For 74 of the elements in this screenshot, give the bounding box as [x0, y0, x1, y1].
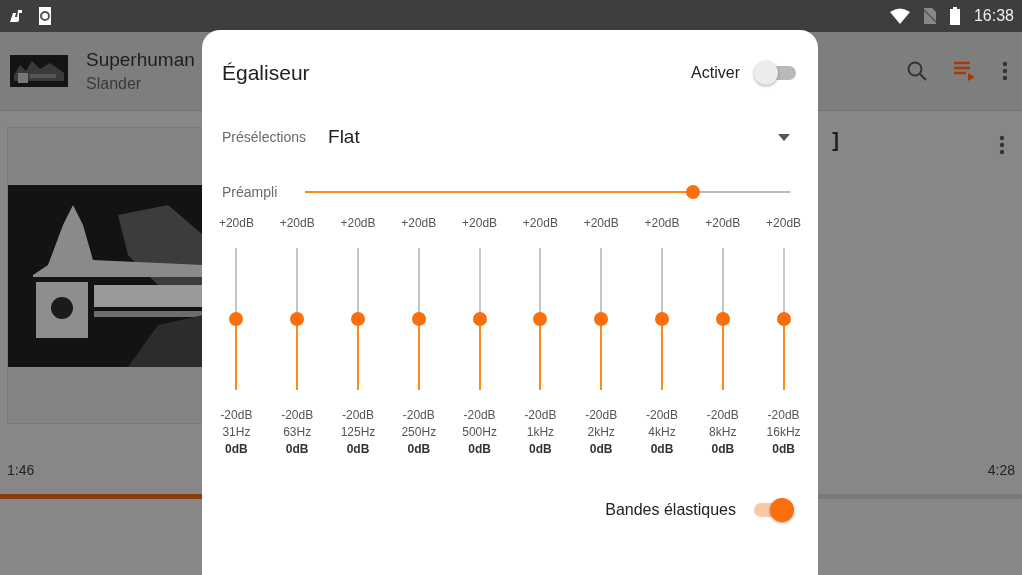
preamp-slider[interactable] [305, 185, 790, 199]
band-max-label: +20dB [340, 216, 376, 230]
band-max-label: +20dB [401, 216, 437, 230]
band-frequency: 31Hz [222, 425, 251, 439]
band-frequency: 16kHz [766, 425, 801, 439]
battery-icon [949, 7, 960, 25]
enable-switch[interactable] [754, 61, 798, 85]
band-min-label: -20dB [463, 408, 496, 422]
band-min-label: -20dB [281, 408, 314, 422]
app-notification-icon [38, 6, 52, 26]
band-value: 0dB [529, 442, 552, 456]
more-icon[interactable] [1002, 61, 1008, 81]
band-value: 0dB [589, 442, 613, 456]
enable-label: Activer [691, 64, 740, 82]
band-min-label: -20dB [402, 408, 435, 422]
dropdown-icon [778, 133, 790, 141]
band-min-label: -20dB [220, 408, 253, 422]
band-value: 0dB [711, 442, 735, 456]
band-slider[interactable] [594, 248, 609, 390]
band-max-label: +20dB [218, 216, 254, 230]
band-frequency: 500Hz [462, 425, 497, 439]
band-slider[interactable] [411, 248, 426, 390]
band-min-label: -20dB [585, 408, 618, 422]
band-slider[interactable] [351, 248, 365, 390]
band-max-label: +20dB [279, 216, 315, 230]
band-max-label: +20dB [644, 216, 680, 230]
band-frequency: 250Hz [401, 425, 437, 439]
dialog-title: Égaliseur [222, 61, 311, 85]
band-min-label: -20dB [706, 408, 739, 422]
song-title-fragment: ] [832, 129, 839, 153]
band-frequency: 125Hz [340, 425, 376, 439]
band-frequency: 4kHz [648, 425, 676, 439]
band-value: 0dB [407, 442, 431, 456]
preamp-label: Préampli [222, 184, 278, 200]
band-value: 0dB [468, 442, 491, 456]
band-value: 0dB [650, 442, 674, 456]
band-slider[interactable] [472, 248, 487, 390]
band-slider[interactable] [229, 248, 244, 390]
status-time: 16:38 [973, 7, 1014, 25]
preset-dropdown[interactable]: Flat [328, 126, 798, 148]
band-slider[interactable] [290, 248, 305, 390]
band-min-label: -20dB [524, 408, 557, 422]
track-title: Superhuman [86, 49, 195, 71]
band-frequency: 1kHz [526, 425, 555, 439]
artist-name: Slander [86, 75, 143, 93]
queue-icon[interactable] [954, 61, 976, 81]
band-value: 0dB [772, 442, 795, 456]
band-min-label: -20dB [767, 408, 800, 422]
band-slider[interactable] [533, 248, 548, 390]
more-icon[interactable] [999, 135, 1005, 155]
band-slider[interactable] [715, 248, 730, 390]
total-time: 4:28 [987, 462, 1015, 478]
search-icon[interactable] [906, 60, 928, 82]
wifi-icon [889, 8, 910, 24]
band-slider[interactable] [776, 248, 791, 390]
band-value: 0dB [285, 442, 309, 456]
band-max-label: +20dB [522, 216, 558, 230]
music-notification-icon [8, 8, 24, 24]
presets-label: Présélections [222, 129, 307, 145]
band-max-label: +20dB [705, 216, 741, 230]
elastic-bands-label: Bandes élastiques [605, 501, 736, 519]
band-min-label: -20dB [645, 408, 678, 422]
band-frequency: 63Hz [283, 425, 312, 439]
band-frequency: 8kHz [709, 425, 737, 439]
band-max-label: +20dB [766, 216, 802, 230]
band-max-label: +20dB [583, 216, 619, 230]
elapsed-time: 1:46 [7, 462, 35, 478]
band-value: 0dB [346, 442, 370, 456]
band-min-label: -20dB [341, 408, 374, 422]
band-slider[interactable] [655, 248, 669, 390]
no-sim-icon [923, 8, 936, 24]
band-max-label: +20dB [462, 216, 498, 230]
band-value: 0dB [225, 442, 248, 456]
band-frequency: 2kHz [587, 425, 615, 439]
